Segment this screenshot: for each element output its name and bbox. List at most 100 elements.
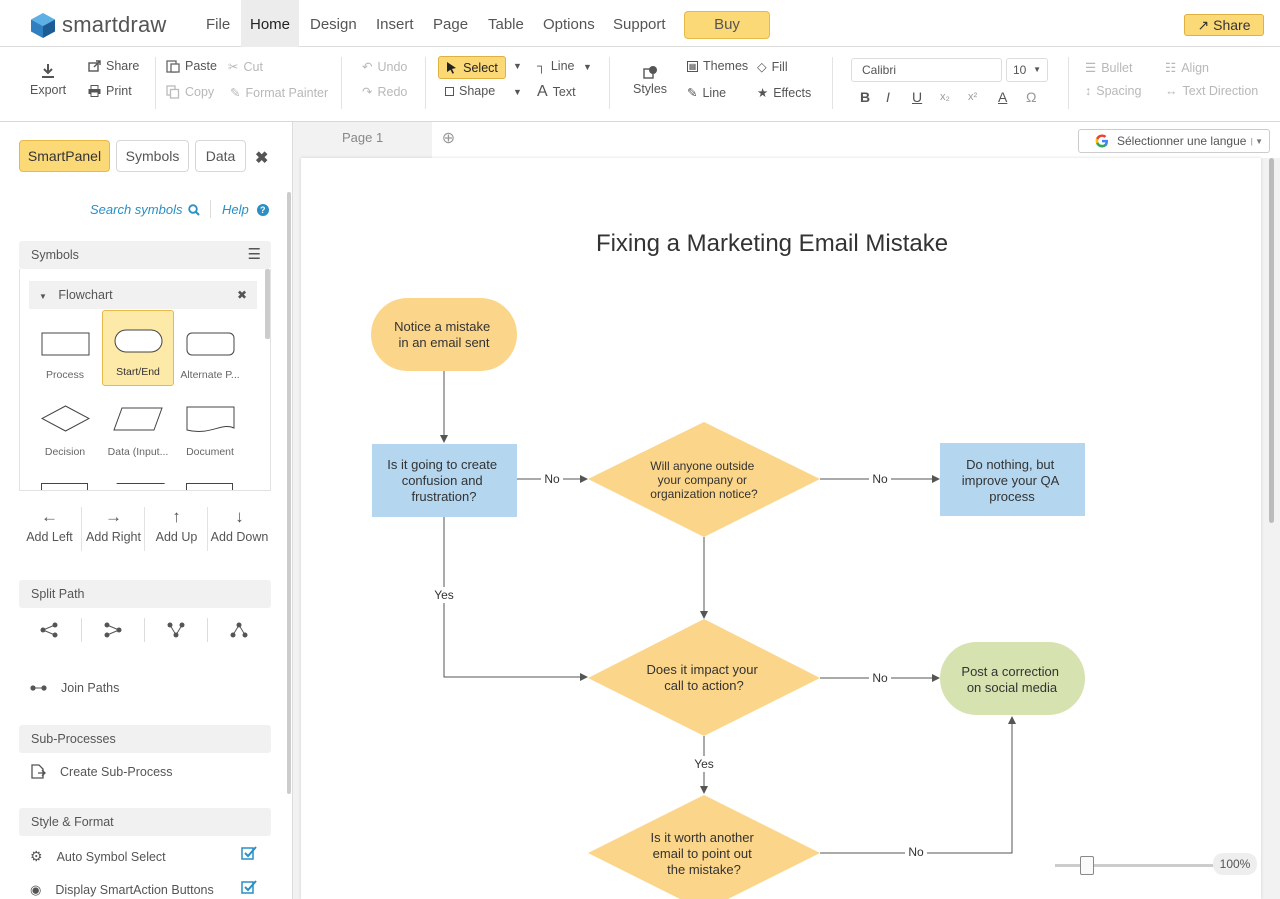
add-up-button[interactable]: ↑ Add Up bbox=[145, 507, 208, 555]
fill-button[interactable]: ◇ Fill bbox=[757, 59, 788, 75]
canvas-scroll-thumb[interactable] bbox=[1269, 158, 1274, 523]
menu-table[interactable]: Table bbox=[478, 0, 534, 47]
fill-label: Fill bbox=[771, 59, 788, 74]
share-button[interactable]: ↗ Share bbox=[1184, 14, 1264, 36]
line-tool-button[interactable]: ┐ Line bbox=[537, 59, 575, 73]
tab-smartpanel[interactable]: SmartPanel bbox=[19, 140, 110, 172]
symbol-alternate-process[interactable]: Alternate P... bbox=[174, 314, 246, 390]
symbol-decision[interactable]: Decision bbox=[29, 391, 101, 467]
export-button[interactable]: Export bbox=[30, 63, 66, 97]
label-no: No bbox=[872, 671, 888, 685]
search-symbols-label: Search symbols bbox=[90, 202, 183, 217]
page-tab[interactable]: Page 1 bbox=[301, 122, 433, 158]
bold-icon[interactable]: B bbox=[860, 89, 886, 105]
subscript-icon[interactable]: x₂ bbox=[940, 91, 968, 103]
effects-button[interactable]: ★ Effects bbox=[757, 85, 811, 101]
spacing-button[interactable]: ↕ Spacing bbox=[1085, 84, 1141, 98]
diamond-shape-icon bbox=[41, 405, 90, 432]
symbols-section-header[interactable]: Symbols ☰ bbox=[19, 241, 271, 269]
add-page-icon[interactable]: ⊕ bbox=[432, 122, 465, 158]
node-post[interactable]: Post a correction on social media bbox=[940, 642, 1085, 715]
panel-scrollbar[interactable] bbox=[287, 192, 291, 794]
flowchart-library-header[interactable]: ▼ Flowchart ✖ bbox=[29, 281, 257, 309]
line-dropdown[interactable]: ▼ bbox=[583, 62, 592, 72]
font-size-select[interactable]: 10 ▼ bbox=[1006, 58, 1048, 82]
symbol-data-input[interactable]: Data (Input... bbox=[102, 391, 174, 467]
copy-button[interactable]: Copy bbox=[166, 85, 214, 99]
canvas-scrollbar[interactable] bbox=[1267, 158, 1276, 899]
text-direction-button[interactable]: ↔ Text Direction bbox=[1165, 84, 1258, 98]
superscript-icon[interactable]: x² bbox=[968, 91, 998, 103]
symbol-list-scrollbar[interactable] bbox=[265, 269, 270, 339]
cut-button[interactable]: ✂ Cut bbox=[228, 59, 263, 75]
undo-button[interactable]: ↶ Undo bbox=[362, 59, 407, 75]
display-smartaction-checkbox[interactable] bbox=[241, 880, 257, 894]
split-right-icon[interactable] bbox=[40, 622, 58, 638]
themes-button[interactable]: ▦ Themes bbox=[687, 59, 748, 73]
italic-icon[interactable]: I bbox=[886, 89, 912, 105]
create-sub-process-button[interactable]: Create Sub-Process bbox=[30, 764, 173, 780]
split-left-icon[interactable] bbox=[104, 622, 122, 638]
display-smartaction-row[interactable]: ◉ Display SmartAction Buttons bbox=[30, 882, 214, 898]
node-q1[interactable]: Is it going to create confusion and frus… bbox=[372, 444, 517, 517]
connector-q1-q3[interactable] bbox=[443, 517, 588, 681]
close-library-icon[interactable]: ✖ bbox=[237, 281, 247, 309]
shape-tool-button[interactable]: Shape bbox=[445, 84, 495, 98]
node-q4[interactable]: Is it worth another email to point out t… bbox=[588, 795, 820, 899]
menu-insert[interactable]: Insert bbox=[366, 0, 424, 47]
zoom-slider-handle[interactable] bbox=[1080, 856, 1094, 875]
spacing-icon: ↕ bbox=[1085, 84, 1092, 98]
split-up-icon[interactable] bbox=[230, 622, 248, 638]
menu-file[interactable]: File bbox=[196, 0, 240, 47]
menu-options[interactable]: Options bbox=[533, 0, 605, 47]
bullet-button[interactable]: ☰ Bullet bbox=[1085, 60, 1133, 76]
drawing-page[interactable]: Fixing a Marketing Email Mistake No No Y bbox=[301, 158, 1261, 899]
split-down-icon[interactable] bbox=[167, 622, 185, 638]
format-painter-button[interactable]: ✎ Format Painter bbox=[230, 85, 328, 101]
text-tool-button[interactable]: A Text bbox=[537, 83, 576, 101]
connector-q4-post[interactable] bbox=[820, 716, 1016, 854]
font-color-icon[interactable]: A bbox=[998, 89, 1026, 105]
auto-symbol-select-checkbox[interactable] bbox=[241, 846, 257, 860]
buy-button[interactable]: Buy bbox=[684, 11, 770, 39]
tab-data[interactable]: Data bbox=[195, 140, 246, 172]
add-left-button[interactable]: ← Add Left bbox=[18, 507, 81, 555]
close-panel-icon[interactable]: ✖ bbox=[255, 148, 268, 168]
zoom-slider-track[interactable] bbox=[1055, 864, 1215, 867]
search-symbols-link[interactable]: Search symbols bbox=[90, 202, 201, 217]
node-nothing[interactable]: Do nothing, but improve your QA process bbox=[940, 443, 1085, 516]
select-tool-button[interactable]: Select bbox=[438, 56, 506, 79]
add-right-button[interactable]: → Add Right bbox=[82, 507, 145, 555]
node-q2[interactable]: Will anyone outside your company or orga… bbox=[588, 422, 820, 537]
tab-symbols[interactable]: Symbols bbox=[116, 140, 189, 172]
auto-symbol-select-row[interactable]: ⚙ Auto Symbol Select bbox=[30, 848, 166, 865]
node-text-line: organization notice? bbox=[650, 487, 758, 501]
node-start[interactable]: Notice a mistake in an email sent bbox=[371, 298, 517, 371]
share-ribbon-button[interactable]: Share bbox=[88, 59, 139, 73]
select-dropdown[interactable]: ▼ bbox=[513, 61, 522, 71]
shape-dropdown[interactable]: ▼ bbox=[513, 87, 522, 97]
font-family-select[interactable]: Calibri bbox=[851, 58, 1002, 82]
line-style-button[interactable]: ✎ Line bbox=[687, 85, 726, 101]
symbol-document[interactable]: Document bbox=[174, 391, 246, 467]
menu-support[interactable]: Support bbox=[603, 0, 676, 47]
paste-button[interactable]: Paste bbox=[166, 59, 217, 73]
omega-symbol-icon[interactable]: Ω bbox=[1026, 89, 1036, 105]
language-selector[interactable]: Sélectionner une langue | ▼ bbox=[1078, 129, 1270, 153]
hamburger-menu-icon[interactable]: ☰ bbox=[248, 241, 261, 269]
align-button[interactable]: ☷ Align bbox=[1165, 60, 1209, 76]
symbol-start-end[interactable]: Start/End bbox=[102, 310, 174, 386]
menu-design[interactable]: Design bbox=[300, 0, 367, 47]
node-q3[interactable]: Does it impact your call to action? bbox=[588, 619, 820, 736]
smartdraw-logo[interactable]: smartdraw bbox=[30, 12, 167, 38]
menu-page[interactable]: Page bbox=[423, 0, 478, 47]
symbol-process[interactable]: Process bbox=[29, 314, 101, 390]
underline-icon[interactable]: U bbox=[912, 89, 940, 105]
styles-button[interactable]: Styles bbox=[633, 65, 667, 96]
menu-home[interactable]: Home bbox=[241, 0, 299, 47]
help-link[interactable]: Help ? bbox=[222, 202, 269, 217]
add-down-button[interactable]: ↓ Add Down bbox=[208, 507, 271, 555]
join-paths-button[interactable]: Join Paths bbox=[30, 681, 119, 695]
print-button[interactable]: Print bbox=[88, 84, 132, 98]
redo-button[interactable]: ↷ Redo bbox=[362, 84, 407, 100]
